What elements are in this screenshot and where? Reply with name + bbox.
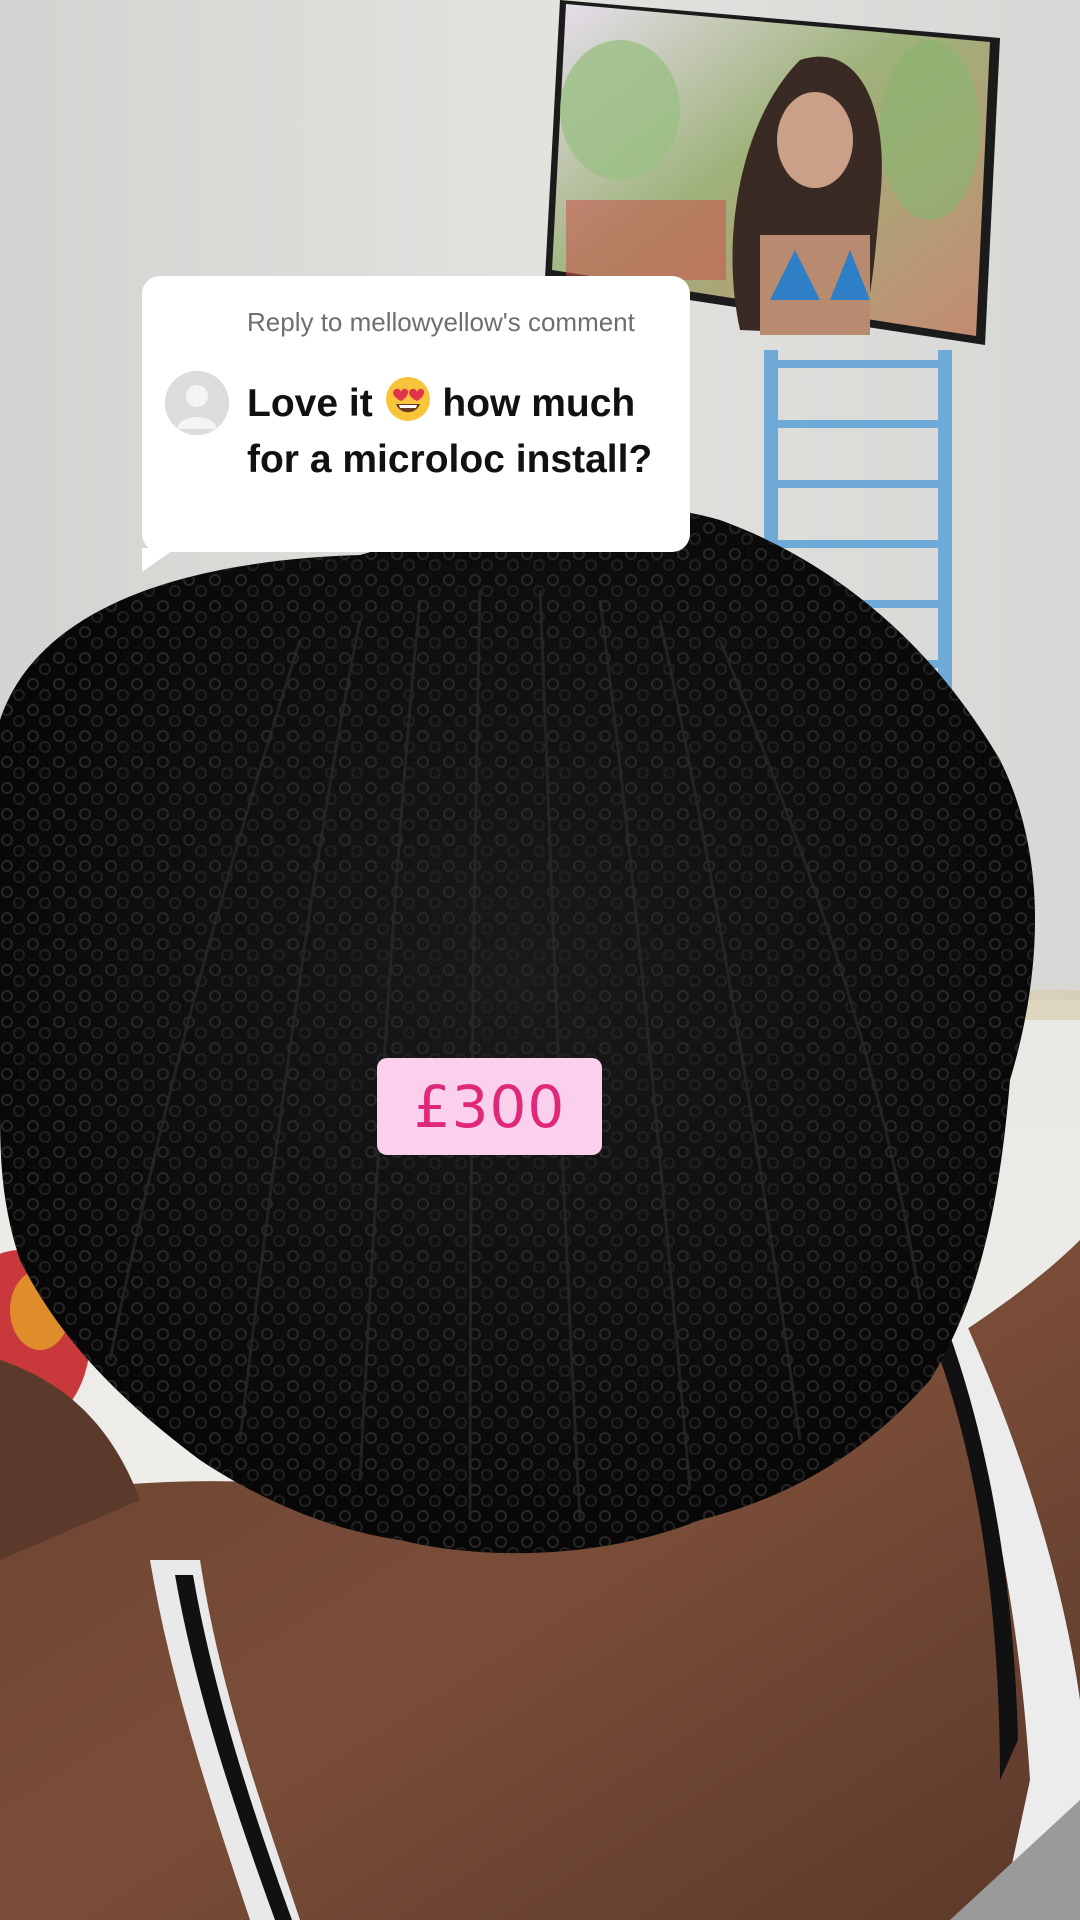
reply-header: Reply to mellowyellow's comment	[247, 307, 635, 337]
default-avatar-icon	[165, 371, 229, 435]
hair	[0, 507, 1035, 1554]
price-text: £300	[413, 1072, 566, 1141]
comment-text-start: Love it	[247, 382, 373, 425]
heart-eyes-emoji-icon	[384, 375, 432, 435]
avatar	[165, 371, 229, 435]
bubble-tail	[142, 548, 176, 572]
reply-comment-text: Love it how much for a microloc install?	[247, 375, 677, 484]
price-sticker: £300	[377, 1058, 602, 1155]
reply-comment-bubble[interactable]: Reply to mellowyellow's comment Love it …	[142, 276, 690, 572]
